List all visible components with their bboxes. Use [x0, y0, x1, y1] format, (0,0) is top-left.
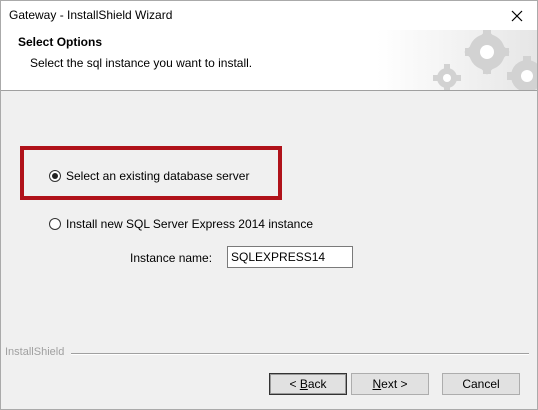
close-icon: [511, 10, 523, 21]
header-title: Select Options: [18, 35, 103, 49]
back-mnemonic: B: [299, 377, 308, 391]
back-label: ack: [307, 377, 327, 391]
brand-divider: [71, 353, 529, 355]
new-instance-label[interactable]: Install new SQL Server Express 2014 inst…: [66, 217, 313, 231]
instance-name-input[interactable]: [227, 246, 353, 268]
window-title: Gateway - InstallShield Wizard: [9, 8, 173, 22]
installer-window: Gateway - InstallShield Wizard Select Op…: [0, 0, 538, 410]
back-prefix: <: [289, 377, 300, 391]
title-bar: Gateway - InstallShield Wizard: [1, 1, 537, 30]
gears-decoration-icon: [377, 30, 537, 90]
instance-name-label: Instance name:: [130, 251, 213, 265]
existing-server-radio[interactable]: [49, 170, 61, 182]
close-button[interactable]: [497, 1, 537, 30]
header-subtitle: Select the sql instance you want to inst…: [30, 56, 253, 70]
wizard-header: Select Options Select the sql instance y…: [1, 30, 537, 91]
radio-selected-dot: [52, 173, 58, 179]
existing-server-label[interactable]: Select an existing database server: [66, 169, 249, 183]
new-instance-radio[interactable]: [49, 218, 61, 230]
next-label: ext >: [381, 377, 408, 391]
cancel-button[interactable]: Cancel: [442, 373, 520, 395]
next-mnemonic: N: [372, 377, 382, 391]
new-instance-option[interactable]: Install new SQL Server Express 2014 inst…: [49, 217, 313, 231]
installshield-branding: InstallShield: [1, 346, 537, 360]
brand-label: InstallShield: [5, 346, 69, 358]
existing-server-option[interactable]: Select an existing database server: [49, 169, 249, 183]
cancel-label: Cancel: [462, 377, 500, 391]
options-panel: Select an existing database server Insta…: [1, 91, 537, 341]
next-button[interactable]: Next >: [351, 373, 429, 395]
back-button[interactable]: < Back: [269, 373, 347, 395]
